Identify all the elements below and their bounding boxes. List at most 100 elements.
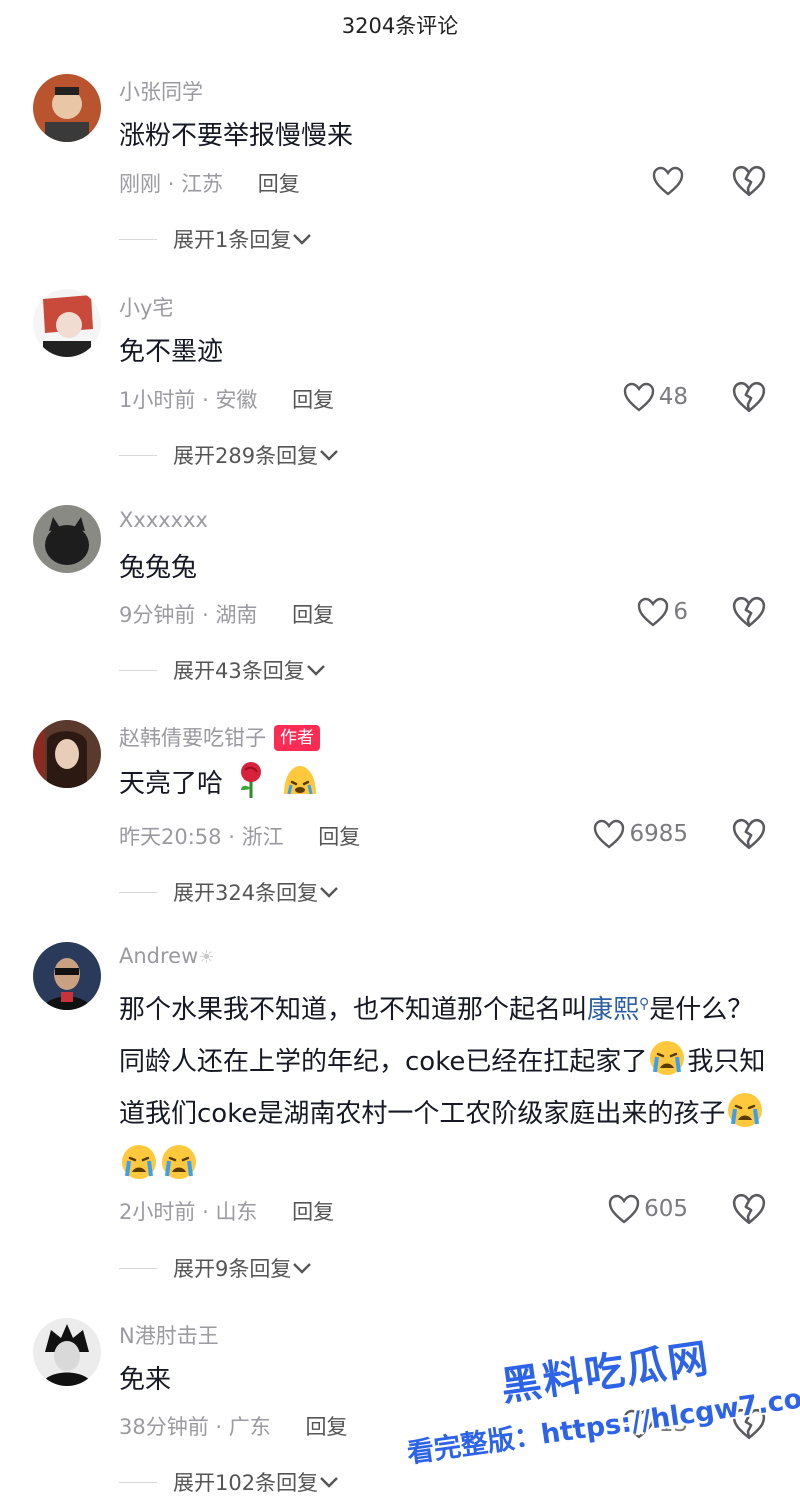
comment-location: 湖南: [215, 603, 258, 627]
avatar[interactable]: [33, 1318, 101, 1386]
crying-face-emoji-icon: [162, 1145, 196, 1179]
meta-separator: ·: [167, 172, 175, 196]
meta-separator: ·: [215, 1415, 223, 1439]
avatar[interactable]: [33, 289, 101, 357]
comment-location: 安徽: [215, 388, 258, 412]
comment-location: 浙江: [241, 825, 284, 849]
expand-replies[interactable]: 展开289条回复: [119, 440, 340, 470]
meta-separator: ·: [228, 825, 235, 849]
heart-icon: [652, 166, 684, 196]
heart-icon: [594, 819, 625, 849]
avatar[interactable]: [33, 74, 101, 142]
expand-replies-label: 展开9条回复: [173, 1257, 292, 1281]
heart-icon: [623, 1409, 654, 1439]
expand-replies[interactable]: 展开1条回复: [119, 224, 313, 254]
reply-button[interactable]: 回复: [318, 825, 360, 849]
sun-icon: ☀: [198, 947, 215, 968]
reply-button[interactable]: 回复: [292, 603, 334, 627]
comment-text: 涨粉不要举报慢慢来: [119, 121, 354, 151]
reply-button[interactable]: 回复: [305, 1415, 347, 1439]
comment-text: 那个水果我不知道，也不知道那个起名叫康熙⚲是什么？同龄人还在上学的年纪，coke…: [119, 978, 769, 1192]
avatar[interactable]: [33, 720, 101, 788]
broken-heart-icon[interactable]: [732, 1192, 766, 1226]
crying-face-emoji-icon: [650, 1041, 685, 1075]
broken-heart-icon[interactable]: [732, 164, 766, 198]
comment-time: 刚刚: [119, 172, 161, 196]
broken-heart-icon[interactable]: [732, 380, 766, 414]
chevron-down-icon: [293, 234, 312, 245]
rose-emoji-icon: [241, 762, 262, 798]
comment-text: 兔兔兔: [119, 553, 198, 583]
comment-text-part: 那个水果我不知道，也不知道那个起名叫: [119, 995, 588, 1025]
like-count: 605: [644, 1196, 688, 1222]
expand-replies[interactable]: 展开324条回复: [119, 877, 340, 907]
expand-replies-label: 展开289条回复: [173, 444, 319, 468]
meta-separator: ·: [202, 388, 209, 412]
comment-meta: 2小时前 · 山东 回复: [119, 1196, 334, 1226]
comment-text: 天亮了哈: [119, 758, 769, 810]
like-button[interactable]: 48: [623, 380, 688, 414]
comment-username-text: 赵韩倩要吃钳子: [119, 726, 266, 750]
comment-meta: 1小时前 · 安徽 回复: [119, 384, 334, 414]
search-icon: ⚲: [639, 996, 650, 1012]
comment-username[interactable]: 小张同学: [119, 76, 203, 106]
comment-username-text: Andrew: [119, 944, 199, 968]
comment-time: 2小时前: [119, 1200, 196, 1224]
like-button[interactable]: [652, 164, 688, 198]
comment-location: 山东: [215, 1200, 258, 1224]
expand-replies-label: 展开102条回复: [173, 1471, 319, 1495]
author-badge: 作者: [274, 725, 320, 751]
chevron-down-icon: [306, 665, 325, 676]
like-count: 13: [658, 1411, 688, 1437]
chevron-down-icon: [320, 450, 338, 461]
expand-replies[interactable]: 展开102条回复: [119, 1467, 340, 1497]
expand-replies-label: 展开324条回复: [173, 881, 319, 905]
comment-meta: 刚刚 · 江苏 回复: [119, 168, 300, 198]
like-button[interactable]: 13: [623, 1407, 688, 1441]
comment-username[interactable]: 小y宅: [119, 292, 173, 322]
meta-separator: ·: [202, 603, 209, 627]
broken-heart-icon[interactable]: [732, 595, 766, 629]
expand-replies-label: 展开43条回复: [173, 659, 305, 683]
comment-time: 1小时前: [119, 388, 196, 412]
expand-replies-label: 展开1条回复: [173, 228, 292, 252]
reply-button[interactable]: 回复: [292, 1200, 334, 1224]
heart-icon: [623, 382, 654, 412]
meta-separator: ·: [202, 1200, 209, 1224]
avatar[interactable]: [33, 942, 101, 1010]
expand-replies[interactable]: 展开9条回复: [119, 1253, 313, 1283]
comment-meta: 昨天20:58 · 浙江 回复: [119, 821, 360, 851]
heart-icon: [608, 1194, 640, 1224]
search-link[interactable]: 康熙: [587, 995, 639, 1025]
avatar[interactable]: [33, 505, 101, 573]
crying-face-emoji-icon: [283, 766, 316, 795]
comment-text: 免来: [119, 1365, 172, 1395]
broken-heart-icon[interactable]: [732, 817, 766, 851]
like-button[interactable]: 6985: [593, 817, 688, 851]
comment-text-content: 天亮了哈: [119, 769, 224, 799]
reply-button[interactable]: 回复: [258, 172, 300, 196]
comment-time: 38分钟前: [119, 1415, 209, 1439]
comments-count-title: 3204条评论: [341, 14, 459, 38]
like-button[interactable]: 6: [637, 595, 688, 629]
expand-replies[interactable]: 展开43条回复: [119, 655, 327, 685]
heart-icon: [638, 597, 669, 627]
broken-heart-icon[interactable]: [732, 1407, 766, 1441]
comment-time: 9分钟前: [119, 603, 196, 627]
crying-face-emoji-icon: [728, 1093, 763, 1127]
crying-face-emoji-icon: [122, 1145, 156, 1179]
comment-time: 昨天20:58: [119, 825, 222, 849]
comment-meta: 38分钟前 · 广东 回复: [119, 1411, 347, 1441]
reply-button[interactable]: 回复: [292, 388, 334, 412]
comment-username[interactable]: Andrew☀: [119, 944, 214, 968]
like-button[interactable]: 605: [608, 1192, 688, 1226]
comment-username[interactable]: Xxxxxxx: [119, 508, 208, 532]
comment-username[interactable]: N港肘击王: [119, 1320, 219, 1350]
comment-location: 江苏: [181, 172, 224, 196]
chevron-down-icon: [320, 1477, 338, 1488]
like-count: 6: [673, 599, 688, 625]
like-count: 6985: [629, 821, 688, 847]
chevron-down-icon: [320, 887, 338, 898]
comment-username[interactable]: 赵韩倩要吃钳子 作者: [119, 722, 320, 752]
comment-meta: 9分钟前 · 湖南 回复: [119, 599, 334, 629]
